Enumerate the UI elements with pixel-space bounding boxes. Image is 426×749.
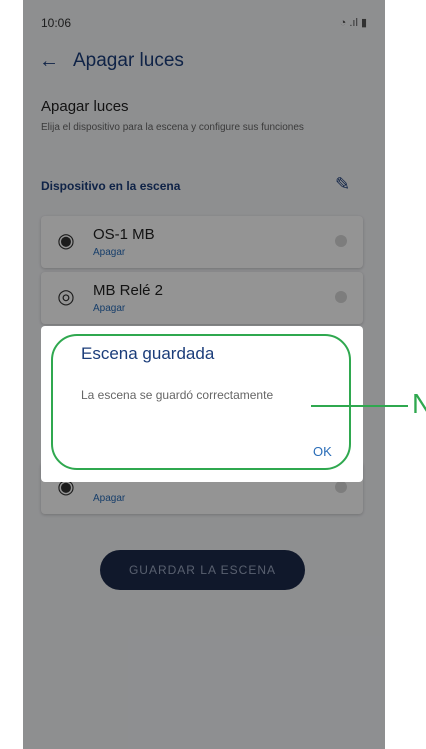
highlight-box [51,334,351,470]
callout-label: N [412,388,426,419]
callout-line [311,405,408,407]
